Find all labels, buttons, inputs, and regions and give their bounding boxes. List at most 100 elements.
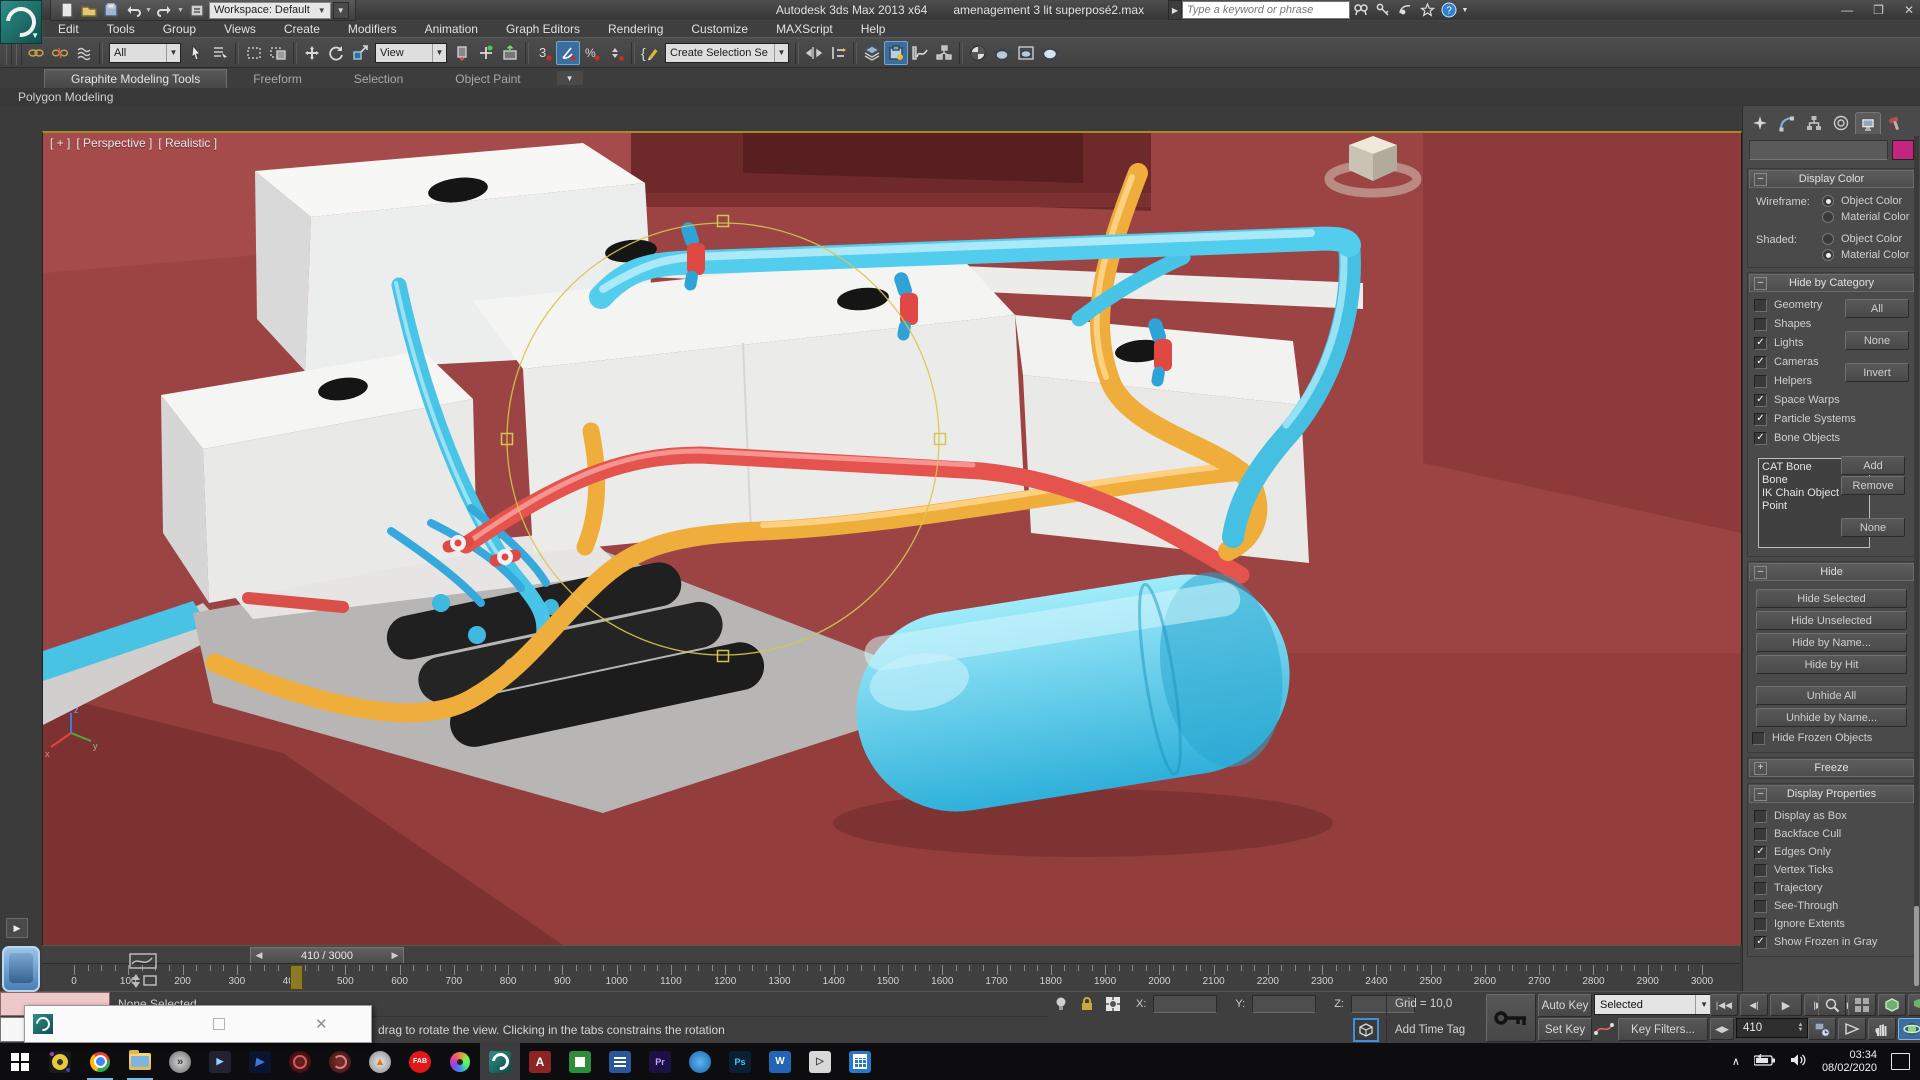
- radio-icon[interactable]: [1822, 249, 1834, 261]
- bind-to-space-warp-button[interactable]: [72, 41, 96, 65]
- time-configuration-button[interactable]: [1808, 1018, 1836, 1040]
- menu-rendering[interactable]: Rendering: [594, 21, 677, 37]
- taskbar-icon-green-app[interactable]: [560, 1043, 600, 1080]
- taskbar-icon-nero[interactable]: [280, 1043, 320, 1080]
- track-bar[interactable]: 0100200300400500600700800900100011001200…: [42, 963, 1740, 993]
- prop-edges-only[interactable]: ✓Edges Only: [1754, 844, 1911, 860]
- category-all-button[interactable]: All: [1845, 299, 1909, 318]
- current-frame-field[interactable]: 410 ▲▼: [1736, 1018, 1808, 1038]
- radio-icon[interactable]: [1822, 195, 1834, 207]
- viewport-label[interactable]: [ + ] [ Perspective ] [ Realistic ]: [50, 136, 217, 150]
- coord-system-dropdown[interactable]: View▼: [375, 43, 447, 63]
- panel-scrollbar[interactable]: [1914, 136, 1919, 986]
- rendered-frame-window-button[interactable]: [1014, 41, 1038, 65]
- checkbox-icon[interactable]: [1754, 810, 1767, 823]
- search-icon[interactable]: [1350, 1, 1372, 19]
- checkbox-icon[interactable]: ✓: [1754, 846, 1767, 859]
- expand-collapse-icon[interactable]: –: [1754, 566, 1767, 579]
- select-and-rotate-button[interactable]: [324, 41, 348, 65]
- taskbar-icon-dark-player[interactable]: ▶: [240, 1043, 280, 1080]
- expand-collapse-icon[interactable]: –: [1754, 173, 1767, 186]
- pan-hand-button[interactable]: [1868, 1018, 1896, 1040]
- viewport-menu-pov[interactable]: [ Perspective ]: [76, 136, 152, 150]
- taskbar-icon-file-explorer[interactable]: [120, 1043, 160, 1080]
- undo-button[interactable]: [123, 2, 143, 18]
- workspace-dropdown[interactable]: Workspace: Default▼: [209, 2, 331, 19]
- action-center-icon[interactable]: [1891, 1053, 1910, 1070]
- checkbox-icon[interactable]: [1754, 299, 1767, 312]
- frame-spinner[interactable]: ▲▼: [1795, 1019, 1806, 1037]
- expand-collapse-icon[interactable]: –: [1754, 277, 1767, 290]
- menu-graph-editors[interactable]: Graph Editors: [492, 21, 594, 37]
- taskbar-icon-blue-app-2[interactable]: W: [760, 1043, 800, 1080]
- minimize-button[interactable]: —: [1841, 3, 1853, 17]
- select-and-link-button[interactable]: [24, 41, 48, 65]
- hide-rollout-header[interactable]: –Hide: [1749, 563, 1914, 581]
- prop-trajectory[interactable]: Trajectory: [1754, 880, 1911, 896]
- menu-tools[interactable]: Tools: [93, 21, 149, 37]
- default-in-out-tangents-icon[interactable]: [1594, 1019, 1614, 1039]
- selection-lock-icon[interactable]: [1076, 994, 1098, 1014]
- material-editor-button[interactable]: [966, 41, 990, 65]
- prop-backface-cull[interactable]: Backface Cull: [1754, 826, 1911, 842]
- zoom-button[interactable]: [1818, 994, 1846, 1016]
- panel-tab-hierarchy[interactable]: [1801, 112, 1827, 134]
- taskbar-icon-windows-start[interactable]: [0, 1043, 40, 1080]
- select-and-move-button[interactable]: [300, 41, 324, 65]
- checkbox-icon[interactable]: [1754, 900, 1767, 913]
- prop-display-as-box[interactable]: Display as Box: [1754, 808, 1911, 824]
- list-add-button[interactable]: Add: [1841, 456, 1905, 475]
- radio-material-color[interactable]: Material Color: [1822, 211, 1909, 223]
- list-none-button[interactable]: None: [1841, 518, 1905, 537]
- taskbar-icon-video-converter[interactable]: ▶: [200, 1043, 240, 1080]
- viewport-menu-general[interactable]: [ + ]: [50, 136, 70, 150]
- panel-tab-display[interactable]: [1855, 112, 1881, 134]
- ribbon-tab-object-paint[interactable]: Object Paint: [429, 70, 546, 88]
- edit-named-selection-sets-button[interactable]: {: [638, 41, 662, 65]
- keyboard-shortcut-override-button[interactable]: [498, 41, 522, 65]
- auto-key-button[interactable]: Auto Key: [1538, 994, 1592, 1017]
- select-and-manipulate-button[interactable]: [474, 41, 498, 65]
- frame-back-arrow[interactable]: ◀: [251, 950, 267, 961]
- taskbar-icon-media-disc[interactable]: [440, 1043, 480, 1080]
- toolbar-grip[interactable]: [16, 41, 22, 65]
- select-by-name-button[interactable]: [208, 41, 232, 65]
- status-bulb-icon[interactable]: [1050, 994, 1072, 1014]
- set-keys-button[interactable]: [1486, 994, 1536, 1042]
- favorites-star-icon[interactable]: [1416, 1, 1438, 19]
- checkbox-icon[interactable]: ✓: [1754, 936, 1767, 949]
- expand-collapse-icon[interactable]: –: [1754, 788, 1767, 801]
- checkbox-icon[interactable]: ✓: [1754, 356, 1767, 369]
- panel-tab-create[interactable]: [1747, 112, 1773, 134]
- snaps-toggle-button[interactable]: 3: [532, 41, 556, 65]
- taskbar-icon-disc-burner[interactable]: [40, 1043, 80, 1080]
- use-pivot-point-center-button[interactable]: [450, 41, 474, 65]
- ribbon-tab-freeform[interactable]: Freeform: [227, 70, 328, 88]
- x-coordinate-field[interactable]: [1153, 995, 1217, 1013]
- select-and-scale-button[interactable]: [348, 41, 372, 65]
- floating-mini-window[interactable]: ✕: [24, 1005, 372, 1043]
- open-file-button[interactable]: [79, 2, 99, 18]
- list-item[interactable]: Point: [1762, 500, 1866, 513]
- button-unhide-all[interactable]: Unhide All: [1756, 686, 1907, 705]
- taskbar-icon-premiere[interactable]: Pr: [640, 1043, 680, 1080]
- align-button[interactable]: [826, 41, 850, 65]
- viewport-menu-shading[interactable]: [ Realistic ]: [158, 136, 217, 150]
- list-remove-button[interactable]: Remove: [1841, 476, 1905, 495]
- taskbar-icon-aimp[interactable]: A: [520, 1043, 560, 1080]
- redo-dropdown[interactable]: ▼: [177, 7, 185, 14]
- key-mode-dropdown[interactable]: Selected▼: [1594, 994, 1713, 1015]
- selection-filter-dropdown[interactable]: All▼: [109, 43, 181, 63]
- time-slider-bubble[interactable]: ◀ 410 / 3000 ▶: [250, 947, 404, 964]
- checkbox-icon[interactable]: [1754, 918, 1767, 931]
- cube-icon-button[interactable]: [1353, 1018, 1379, 1042]
- menu-create[interactable]: Create: [270, 21, 334, 37]
- go-to-start-button[interactable]: |◀◀: [1710, 994, 1738, 1016]
- checkbox-icon[interactable]: ✓: [1754, 394, 1767, 407]
- render-production-button[interactable]: [1038, 41, 1062, 65]
- freeze-rollout-header[interactable]: +Freeze: [1749, 759, 1914, 777]
- checkbox-icon[interactable]: [1752, 732, 1765, 745]
- taskbar-icon-calculator[interactable]: [840, 1043, 880, 1080]
- search-input[interactable]: Type a keyword or phrase: [1182, 1, 1350, 19]
- frame-forward-arrow[interactable]: ▶: [387, 950, 403, 961]
